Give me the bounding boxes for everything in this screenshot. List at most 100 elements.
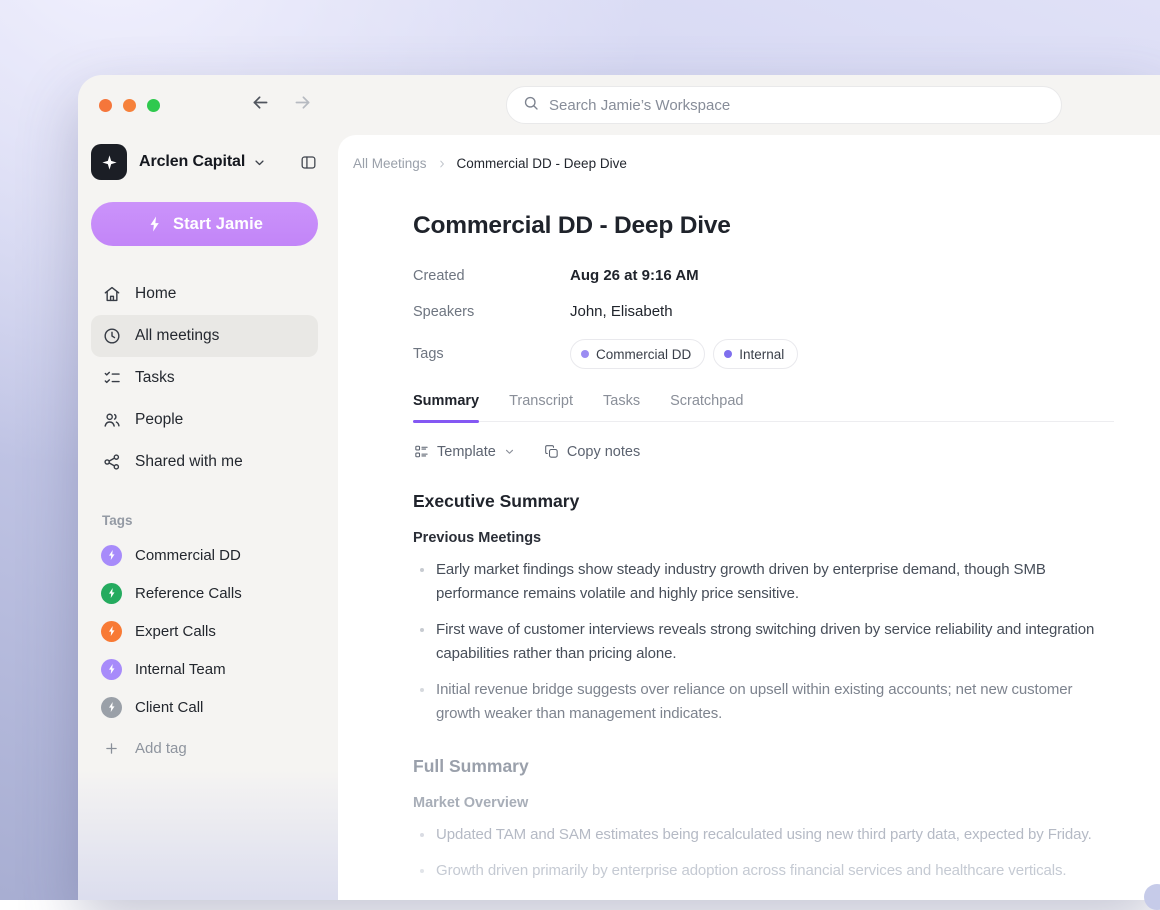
app-window: Search Jamie’s Workspace Arclen Capital … [78,75,1160,900]
decorative-corner-blob [1144,884,1160,910]
tags-label: Tags [413,346,444,362]
zoom-window-icon[interactable] [147,98,160,112]
clock-icon [104,328,120,344]
tab-transcript[interactable]: Transcript [509,393,573,421]
section-full-summary: Full Summary Market Overview Updated TAM a… [413,756,1114,900]
share-icon [104,454,120,470]
bolt-icon [150,216,159,232]
tag-bolt-icon [101,544,122,566]
window-topbar: Search Jamie’s Workspace [78,75,1160,135]
section-heading: Full Summary [413,756,529,776]
search-input[interactable]: Search Jamie’s Workspace [506,86,1062,124]
tab-summary[interactable]: Summary [413,393,480,423]
pill-dot-icon [724,350,733,358]
tab-bar: Summary Transcript Tasks Scratchpad [413,393,1114,423]
tag-bolt-icon [101,696,122,718]
chevron-down-icon [252,155,267,170]
template-icon [415,445,428,458]
close-window-icon[interactable] [99,98,112,112]
bolt-icon [108,588,114,598]
bolt-icon [108,664,114,674]
forward-arrow-icon[interactable] [292,92,313,118]
tag-label: Expert Calls [135,622,216,640]
plus-icon [101,740,122,757]
bolt-icon [108,626,114,636]
summary-bullet: Growth driven primarily by enterprise ad… [413,859,1114,883]
people-icon [104,413,120,427]
tag-label: Commercial DD [135,546,241,564]
template-dropdown[interactable]: Template [413,443,516,460]
minimize-window-icon[interactable] [123,98,136,112]
arrow-right-icon [295,96,310,109]
back-arrow-icon[interactable] [250,92,271,118]
tasks-icon [104,371,120,384]
sidebar: Arclen Capital Start Jamie Home All meeti… [78,135,338,900]
chevron-down-icon [505,449,513,454]
sidebar-tag-client-call[interactable]: Client Call [91,688,318,726]
history-arrows [250,75,313,135]
desktop-background: Search Jamie’s Workspace Arclen Capital … [0,0,1160,910]
bullet-list: Early market findings show steady indust… [413,558,1114,726]
arrow-left-icon [253,96,268,109]
sidebar-item-label: All meetings [135,327,220,344]
summary-bullet: SMB sector remains fragmented with incon… [413,895,1114,900]
sidebar-item-people[interactable]: People [91,399,318,441]
sidebar-item-tasks[interactable]: Tasks [91,357,318,399]
copy-icon [545,445,558,458]
chevron-down-icon [255,159,264,165]
bolt-icon [108,550,114,560]
workspace-name: Arclen Capital [139,153,246,170]
sidebar-tag-internal-team[interactable]: Internal Team [91,650,318,688]
bolt-icon [108,702,114,712]
created-label: Created [413,267,465,284]
meeting-meta: Created Aug 26 at 9:16 AM Speakers John,… [413,267,1114,369]
toggle-sidebar-icon[interactable] [299,153,318,172]
tag-pill-row: Commercial DD Internal [570,339,1114,369]
summary-bullet: Updated TAM and SAM estimates being reca… [413,823,1114,847]
speakers-value: John, Elisabeth [570,303,673,320]
traffic-lights [99,98,160,112]
section-executive-summary: Executive Summary Previous Meetings Early … [413,491,1114,726]
breadcrumb-parent[interactable]: All Meetings [353,156,427,171]
start-jamie-button[interactable]: Start Jamie [91,202,318,246]
search-icon [524,96,538,110]
sidebar-tag-list: Commercial DD Reference Calls Expert Calls… [91,536,318,726]
sidebar-item-all-meetings[interactable]: All meetings [91,315,318,357]
chevron-down-icon [503,445,516,458]
sidebar-item-home[interactable]: Home [91,273,318,315]
sidebar-item-label: Home [135,285,177,302]
breadcrumb-current: Commercial DD - Deep Dive [456,156,627,171]
copy-notes-button[interactable]: Copy notes [543,443,640,460]
tag-bolt-icon [101,620,122,642]
pill-dot-icon [581,350,589,358]
sidebar-item-shared-with-me[interactable]: Shared with me [91,441,318,483]
sidebar-tags-heading: Tags [102,513,133,528]
sidebar-tag-reference-calls[interactable]: Reference Calls [91,574,318,612]
tag-bolt-icon [101,582,122,604]
summary-bullet: First wave of customer interviews reveal… [413,618,1114,666]
notes-toolbar: Template Copy notes [413,443,1114,460]
section-subheading: Market Overview [413,795,529,811]
sidebar-tag-expert-calls[interactable]: Expert Calls [91,612,318,650]
bullet-list: Updated TAM and SAM estimates being reca… [413,823,1114,900]
meeting-tag-pill-commercial-dd[interactable]: Commercial DD [570,339,706,369]
main-panel: All Meetings Commercial DD - Deep Dive C… [338,135,1160,900]
workspace-switcher[interactable]: Arclen Capital [91,144,318,180]
bolt-icon [146,215,164,233]
meeting-tag-pill-internal[interactable]: Internal [713,339,799,369]
tag-label: Internal Team [135,660,226,678]
start-jamie-label: Start Jamie [172,214,264,233]
chevron-right-icon [439,160,444,167]
sidebar-nav: Home All meetings Tasks People Shared with m… [91,273,318,483]
breadcrumb: All Meetings Commercial DD - Deep Dive [338,135,1160,171]
tab-tasks[interactable]: Tasks [603,393,640,421]
tab-scratchpad[interactable]: Scratchpad [670,393,743,421]
section-subheading: Previous Meetings [413,530,542,546]
tag-label: Reference Calls [135,584,242,602]
sidebar-tag-commercial-dd[interactable]: Commercial DD [91,536,318,574]
sidebar-item-label: Shared with me [135,453,243,470]
add-tag-button[interactable]: Add tag [91,729,318,767]
chevron-right-icon [436,158,448,170]
sidebar-item-label: People [135,411,184,428]
sidebar-item-label: Tasks [135,369,175,386]
